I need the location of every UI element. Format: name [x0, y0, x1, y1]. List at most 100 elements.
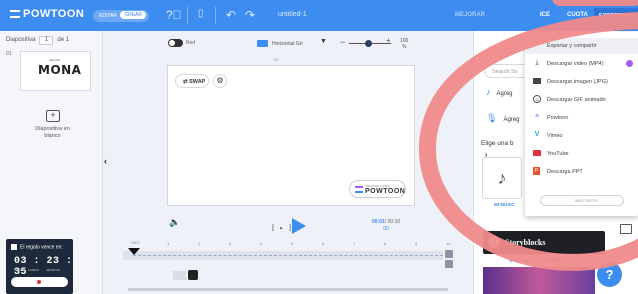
- service-link[interactable]: ICE: [540, 12, 550, 18]
- top-toolbar: POWTOON EDITAR CREAR ?⃝ ▯ ↶ ↷ untitled-1…: [0, 0, 638, 31]
- screen-icon[interactable]: [620, 224, 632, 234]
- powtoon-icon: ≡: [534, 113, 540, 120]
- gift-icon: [11, 244, 17, 250]
- timeline-object[interactable]: [173, 271, 186, 280]
- slide-thumbnail[interactable]: Join Our MONA: [20, 51, 91, 91]
- timeline-tick: 5: [291, 241, 294, 246]
- library-subtitle: Elige una b: [481, 140, 514, 147]
- ppt-icon: P: [533, 167, 540, 175]
- document-icon[interactable]: ▯: [198, 8, 204, 19]
- thumb-title: MONA: [38, 63, 82, 77]
- collapse-left-panel-icon[interactable]: ‹: [104, 156, 107, 166]
- slide-canvas[interactable]: ⇄ SWAP ⚙ CREATED USING POWTOON: [167, 65, 415, 206]
- export-button[interactable]: EXPORTAR ▾: [594, 8, 638, 23]
- add-blank-slide-icon[interactable]: +: [46, 110, 60, 122]
- timeline-scroll-up-icon[interactable]: [445, 250, 453, 258]
- add-voice-item[interactable]: 🎙 Agreg: [486, 113, 519, 124]
- help-chat-button[interactable]: ?: [597, 262, 622, 287]
- playhead-icon[interactable]: [128, 248, 140, 255]
- grid-toggle[interactable]: [168, 39, 183, 47]
- premium-badge-icon: [626, 60, 633, 67]
- slide-number-input[interactable]: 1: [39, 36, 54, 45]
- menu-item-download-jpg[interactable]: Descargar imagen (JPG): [525, 74, 638, 90]
- share-icon: ⇗: [534, 41, 540, 48]
- timeline-tick: 6: [322, 241, 325, 246]
- gift-countdown: El regalo vence en: 03 : 23 : 35 DÍAS HOR…: [6, 239, 73, 294]
- microphone-icon: 🎙: [486, 113, 498, 123]
- play-icon[interactable]: [292, 218, 306, 234]
- timeline-scroll-down-icon[interactable]: [445, 260, 453, 268]
- time-display: 00:01/ 00:10 00: [372, 219, 401, 232]
- help-circle-icon[interactable]: ?⃝: [166, 8, 182, 22]
- powtoon-logo[interactable]: POWTOON: [10, 8, 84, 20]
- timeline-tick: 2: [198, 241, 201, 246]
- menu-item-vimeo[interactable]: V Vimeo: [525, 128, 638, 144]
- gif-icon: G: [533, 95, 541, 103]
- gift-title: El regalo vence en:: [20, 244, 63, 251]
- add-music-item[interactable]: ♪ Agreg: [486, 87, 513, 97]
- expand-panel-icon[interactable]: ›: [485, 152, 487, 159]
- zoom-in-icon[interactable]: +: [386, 36, 391, 45]
- upgrade-link[interactable]: MEJORAR: [455, 12, 485, 18]
- storyblocks-tile[interactable]: Storyblocks: [483, 231, 605, 254]
- countdown-timer: 03 : 23 : 35: [14, 256, 73, 278]
- powtoon-logo-icon: [10, 10, 20, 18]
- gift-claim-button[interactable]: [11, 277, 68, 287]
- timeline[interactable]: 0SEC 1 2 3 4 5 6 7 8 9 10: [123, 238, 453, 294]
- redo-icon[interactable]: ↷: [245, 8, 255, 22]
- gift-dot-icon: [37, 280, 41, 284]
- my-music-caption: MI MÚSIC: [494, 202, 515, 207]
- premium-thumbnail-strip[interactable]: [483, 267, 595, 294]
- storyblocks-logo-icon: [488, 236, 500, 248]
- my-music-tile[interactable]: ♪: [482, 157, 522, 199]
- horizontal-grid-icon[interactable]: [257, 40, 268, 47]
- timeline-tick: 4: [260, 241, 263, 246]
- mode-toggle[interactable]: EDITAR CREAR: [93, 10, 149, 22]
- undo-icon[interactable]: ↶: [226, 8, 236, 22]
- export-menu: ⇗ Exportar y compartir ⤓ Descargar video (…: [525, 32, 638, 216]
- swap-button[interactable]: ⇄ SWAP: [175, 74, 209, 88]
- more-options-button[interactable]: MÁS OPCIO: [540, 195, 624, 206]
- thumb-small-text: Join Our: [49, 58, 61, 62]
- timeline-tick: 10: [446, 241, 451, 246]
- caret-down-icon[interactable]: ▼: [320, 38, 327, 45]
- menu-item-download-gif[interactable]: G Descargar GIF animado: [525, 92, 638, 108]
- toolbar-divider: [215, 7, 216, 24]
- menu-item-export-share[interactable]: ⇗ Exportar y compartir: [525, 38, 638, 54]
- menu-item-ppt[interactable]: P Descarga PPT: [525, 164, 638, 180]
- youtube-icon: [533, 150, 541, 156]
- timeline-object-dark[interactable]: [188, 270, 198, 280]
- slide-index: 01: [6, 51, 12, 57]
- mode-edit[interactable]: EDITAR: [99, 13, 117, 19]
- music-note-icon: ♪: [497, 168, 507, 188]
- document-title[interactable]: untitled-1: [278, 11, 307, 18]
- timeline-tick: 7: [353, 241, 356, 246]
- image-icon: [533, 78, 541, 84]
- download-icon: ⤓: [535, 59, 539, 66]
- frame-button[interactable]: [ ▸ ]: [271, 224, 292, 232]
- menu-item-youtube[interactable]: YouTube: [525, 146, 638, 162]
- zoom-value: 100%: [400, 38, 409, 50]
- zoom-out-icon[interactable]: −: [340, 37, 345, 47]
- powtoon-logo-icon: [355, 186, 363, 193]
- music-note-icon: ♪: [486, 87, 491, 97]
- timeline-start-label: 0SEC: [131, 241, 141, 245]
- ruler-mark: 50: [274, 57, 279, 62]
- timeline-tick: 8: [384, 241, 387, 246]
- timeline-tick: 3: [229, 241, 232, 246]
- volume-icon[interactable]: 🔈: [169, 217, 180, 228]
- quota-link[interactable]: CUOTA: [567, 12, 588, 18]
- timeline-tick: 9: [415, 241, 418, 246]
- menu-item-download-mp4[interactable]: ⤓ Descargar video (MP4): [525, 56, 638, 72]
- mode-create[interactable]: CREAR: [120, 11, 146, 19]
- timeline-dashes: [133, 255, 443, 256]
- slides-header: Diapositiva 1 de 1: [6, 36, 70, 45]
- gear-icon[interactable]: ⚙: [213, 74, 227, 88]
- blank-slide-label[interactable]: Diapositiva en blanco: [30, 126, 75, 140]
- timeline-scrollbar[interactable]: [128, 288, 448, 291]
- menu-item-powtoon[interactable]: ≡ Powtoon: [525, 110, 638, 126]
- zoom-slider-handle[interactable]: [365, 40, 372, 47]
- vimeo-icon: V: [534, 131, 540, 138]
- grid-select-label[interactable]: Horizontal Gri: [272, 41, 303, 47]
- toolbar-divider: [187, 7, 188, 24]
